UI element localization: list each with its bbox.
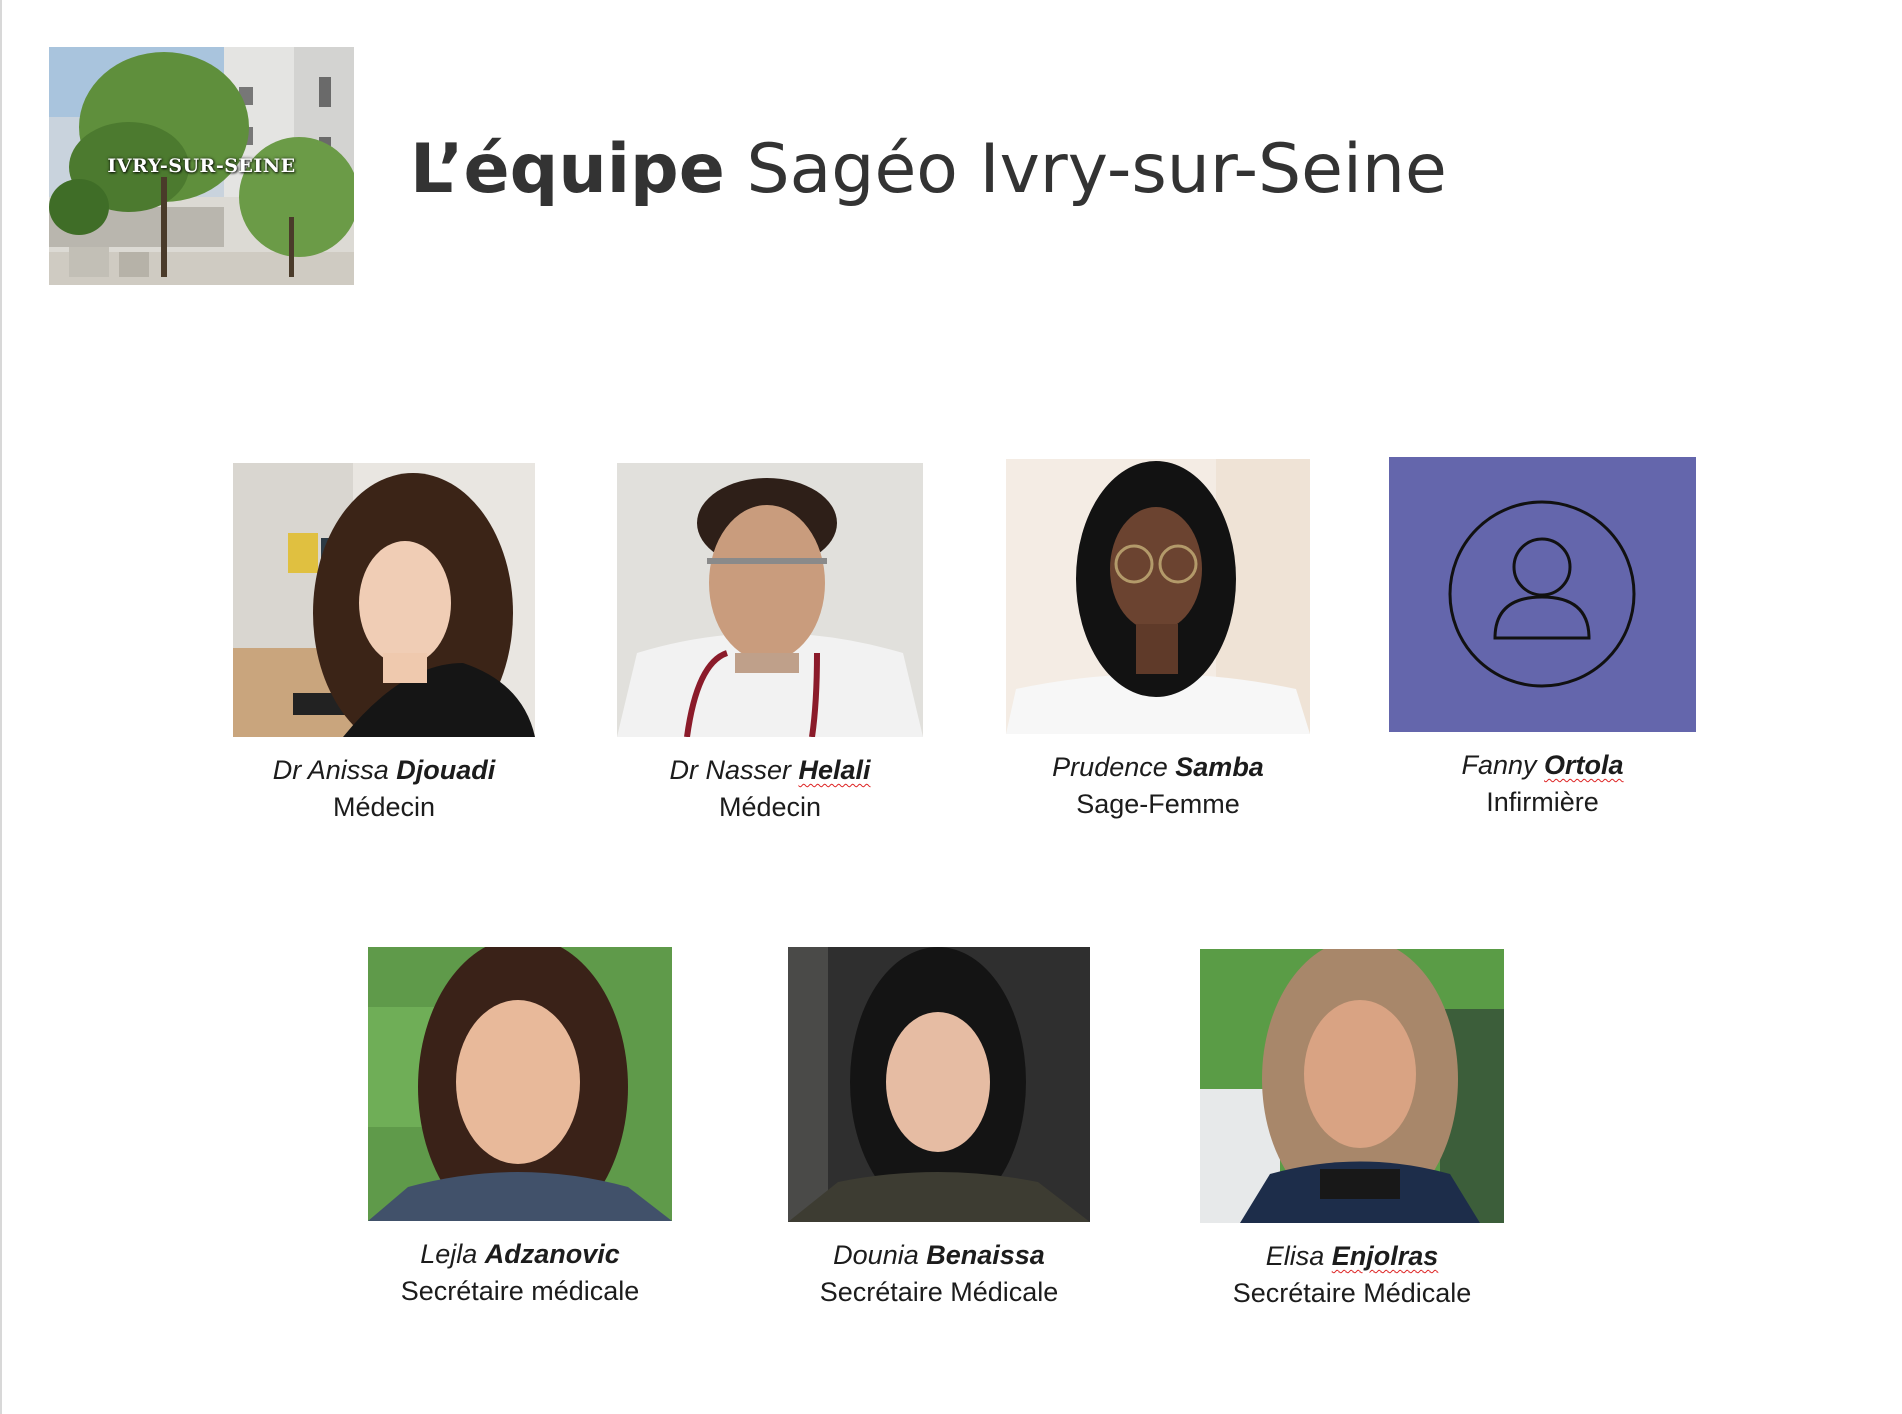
midwife-photo: [1006, 459, 1310, 734]
secretary-photo: [368, 947, 672, 1221]
member-role: Médecin: [332, 792, 436, 822]
team-member-card: Elisa Enjolras Secrétaire Médicale: [1200, 949, 1504, 1313]
member-name: Dr Anissa Djouadi: [233, 753, 535, 787]
page-left-border: [0, 0, 2, 1414]
secretary-photo: [1200, 949, 1504, 1223]
member-name: Prudence Samba: [1006, 750, 1310, 784]
member-last-name: Samba: [1175, 752, 1264, 782]
member-last-name: Ortola: [1544, 750, 1624, 780]
member-role: Médecin: [718, 792, 822, 822]
team-member-card: Dr Nasser Helali Médecin: [617, 463, 923, 827]
title-rest: Sagéo Ivry-sur-Seine: [724, 130, 1447, 209]
member-first-name: Dr Nasser: [669, 755, 791, 785]
team-member-card: Lejla Adzanovic Secrétaire médicale: [368, 947, 672, 1311]
member-role: Secrétaire Médicale: [1232, 1278, 1472, 1308]
member-first-name: Dr Anissa: [272, 755, 389, 785]
team-member-card: Dounia Benaissa Secrétaire Médicale: [788, 947, 1090, 1312]
page-title: L’équipe Sagéo Ivry-sur-Seine: [410, 125, 1447, 215]
member-last-name: Adzanovic: [484, 1239, 620, 1269]
ivry-logo-photo: IVRY-SUR-SEINE: [49, 47, 354, 285]
member-role: Secrétaire Médicale: [819, 1277, 1059, 1307]
secretary-photo: [788, 947, 1090, 1222]
member-first-name: Prudence: [1052, 752, 1168, 782]
member-last-name: Benaissa: [926, 1240, 1045, 1270]
title-bold: L’équipe: [410, 130, 725, 209]
member-first-name: Lejla: [420, 1239, 478, 1269]
member-name: Elisa Enjolras: [1200, 1239, 1504, 1273]
member-name: Dr Nasser Helali: [617, 753, 923, 787]
member-name: Lejla Adzanovic: [368, 1237, 672, 1271]
team-member-card: Prudence Samba Sage-Femme: [1006, 459, 1310, 824]
member-last-name: Djouadi: [396, 755, 496, 785]
member-name: Dounia Benaissa: [788, 1238, 1090, 1272]
member-first-name: Dounia: [833, 1240, 919, 1270]
team-member-card: Dr Anissa Djouadi Médecin: [233, 463, 535, 827]
member-role: Infirmière: [1486, 787, 1599, 817]
member-role: Secrétaire médicale: [400, 1276, 640, 1306]
user-placeholder-icon: [1389, 457, 1696, 732]
member-last-name: Helali: [798, 755, 871, 785]
doctor-photo: [617, 463, 923, 737]
member-name: Fanny Ortola: [1389, 748, 1696, 782]
member-first-name: Elisa: [1265, 1241, 1325, 1271]
doctor-photo: [233, 463, 535, 737]
team-member-card: Fanny Ortola Infirmière: [1389, 457, 1696, 822]
member-last-name: Enjolras: [1331, 1241, 1439, 1271]
logo-label: IVRY-SUR-SEINE: [107, 155, 296, 177]
member-first-name: Fanny: [1461, 750, 1537, 780]
member-role: Sage-Femme: [1076, 789, 1240, 819]
